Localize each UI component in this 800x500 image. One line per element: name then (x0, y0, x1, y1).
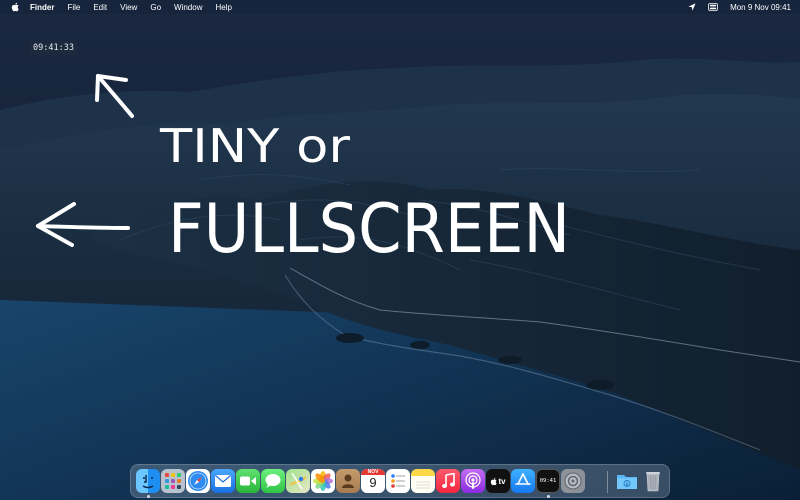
facetime-icon[interactable] (236, 469, 260, 493)
finder-icon[interactable] (136, 469, 160, 493)
menu-edit[interactable]: Edit (93, 3, 107, 12)
reminders-icon[interactable] (386, 469, 410, 493)
clock-app-time: 09:41 (539, 478, 557, 484)
finder-running-indicator (146, 495, 150, 498)
desktop-wallpaper (0, 0, 800, 500)
music-icon[interactable] (436, 469, 460, 493)
tv-app-icon[interactable]: tv (486, 469, 510, 493)
system-preferences-icon[interactable] (561, 469, 585, 493)
clock-app-running-indicator (546, 495, 550, 498)
calendar-day-label: 9 (369, 475, 377, 490)
menu-view[interactable]: View (120, 3, 137, 12)
app-store-icon[interactable] (511, 469, 535, 493)
menu-go[interactable]: Go (150, 3, 161, 12)
maps-icon[interactable] (286, 469, 310, 493)
control-center-icon[interactable] (708, 3, 718, 11)
apple-logo-icon[interactable] (10, 2, 20, 12)
menu-help[interactable]: Help (215, 3, 231, 12)
menubar-status-area: Mon 9 Nov 09:41 (688, 3, 791, 12)
downloads-folder-icon[interactable] (615, 469, 639, 493)
mail-icon[interactable] (211, 469, 235, 493)
notes-icon[interactable] (411, 469, 435, 493)
trash-icon[interactable] (641, 469, 665, 493)
dock: NOV 9 tv 09:41 (130, 464, 670, 498)
safari-icon[interactable] (186, 469, 210, 493)
menubar-clock[interactable]: Mon 9 Nov 09:41 (730, 3, 791, 12)
location-arrow-icon[interactable] (688, 3, 696, 11)
messages-icon[interactable] (261, 469, 285, 493)
menu-app-name[interactable]: Finder (30, 3, 54, 12)
menu-window[interactable]: Window (174, 3, 202, 12)
dock-separator (607, 471, 608, 493)
tv-app-label: tv (498, 476, 506, 486)
clock-app-icon[interactable]: 09:41 (536, 469, 560, 493)
launchpad-icon[interactable] (161, 469, 185, 493)
contacts-icon[interactable] (336, 469, 360, 493)
podcasts-icon[interactable] (461, 469, 485, 493)
calendar-icon[interactable]: NOV 9 (361, 469, 385, 493)
menu-bar: Finder File Edit View Go Window Help Mon… (0, 0, 800, 14)
tiny-clock-widget[interactable]: 09:41:33 (30, 41, 77, 55)
photos-icon[interactable] (311, 469, 335, 493)
menu-file[interactable]: File (67, 3, 80, 12)
